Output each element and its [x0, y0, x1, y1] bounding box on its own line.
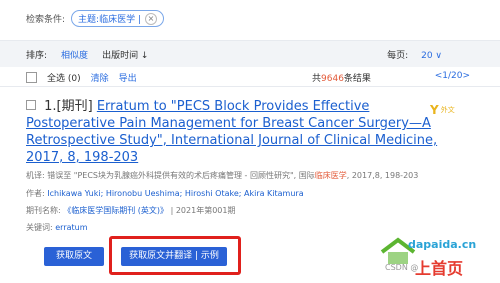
- per-page-label: 每页:: [387, 51, 409, 61]
- condition-tag[interactable]: 主题:临床医学 | ×: [71, 10, 164, 27]
- result-count-suffix: 条结果: [343, 74, 371, 84]
- clear-button[interactable]: 清除: [91, 71, 109, 84]
- record-checkbox[interactable]: [26, 100, 36, 110]
- select-all-checkbox[interactable]: [26, 72, 37, 83]
- authors-label: 作者:: [26, 189, 45, 198]
- abstract-prefix: 机译: 错误至 "PECS块为乳腺癌外科提供有效的术后疼痛管理 - 回顾性研究"…: [26, 171, 315, 180]
- result-count: 共9646条结果: [312, 71, 371, 84]
- keywords-value[interactable]: erratum: [55, 223, 87, 232]
- journal-issue: | 2021年第001期: [170, 206, 236, 215]
- per-page-select[interactable]: 20 ∨: [421, 51, 442, 61]
- watermark-csdn: CSDN @: [385, 263, 419, 272]
- abstract-suffix: , 2017,8, 198-203: [346, 171, 419, 180]
- authors-value[interactable]: Ichikawa Yuki; Hironobu Ueshima; Hiroshi…: [47, 189, 303, 198]
- sort-date[interactable]: 出版时间 ↓: [102, 48, 148, 61]
- sort-bar: 排序: 相似度 出版时间 ↓ 每页: 20 ∨: [0, 40, 500, 67]
- sort-relevance[interactable]: 相似度: [61, 48, 88, 61]
- badge-letter: Y: [430, 103, 439, 117]
- export-button[interactable]: 导出: [119, 71, 137, 84]
- watermark-site: dapaida.cn: [408, 238, 477, 251]
- close-icon[interactable]: ×: [144, 12, 157, 25]
- abstract-highlight: 临床医学: [314, 171, 347, 180]
- search-conditions: 检索条件: 主题:临床医学 | ×: [26, 10, 500, 27]
- get-original-button[interactable]: 获取原文: [44, 247, 104, 266]
- record-index: 1.[期刊]: [44, 99, 93, 114]
- record-abstract: 机译: 错误至 "PECS块为乳腺癌外科提供有效的术后疼痛管理 - 回顾性研究"…: [26, 170, 446, 182]
- per-page: 每页: 20 ∨: [387, 48, 442, 61]
- select-all-label: 全选 (0): [47, 74, 81, 84]
- record-journal: 期刊名称: 《临床医学国际期刊 (英文)》 | 2021年第001期: [26, 205, 446, 216]
- conditions-label: 检索条件:: [26, 15, 66, 25]
- condition-tag-label: 主题:临床医学 |: [78, 15, 141, 25]
- result-record: 1.[期刊] Erratum to "PECS Block Provides E…: [26, 98, 446, 233]
- journal-label: 期刊名称:: [26, 206, 61, 215]
- selection-bar: 全选 (0) 清除 导出 共9646条结果 <1/20>: [0, 66, 500, 87]
- get-original-translate-button[interactable]: 获取原文并翻译 | 示例: [121, 247, 227, 266]
- result-count-number: 9646: [321, 74, 344, 84]
- foreign-language-badge: Y 外文: [430, 103, 455, 117]
- result-count-prefix: 共: [312, 74, 322, 84]
- journal-value[interactable]: 《临床医学国际期刊 (英文)》: [63, 206, 168, 215]
- badge-text: 外文: [440, 106, 455, 114]
- keywords-label: 关键词:: [26, 223, 53, 232]
- pager[interactable]: <1/20>: [435, 71, 470, 81]
- sort-label: 排序:: [26, 51, 48, 61]
- record-authors: 作者: Ichikawa Yuki; Hironobu Ueshima; Hir…: [26, 188, 446, 199]
- record-keywords: 关键词: erratum: [26, 222, 446, 233]
- watermark-brand: 上首页: [415, 259, 464, 278]
- record-title: 1.[期刊] Erratum to "PECS Block Provides E…: [26, 98, 446, 166]
